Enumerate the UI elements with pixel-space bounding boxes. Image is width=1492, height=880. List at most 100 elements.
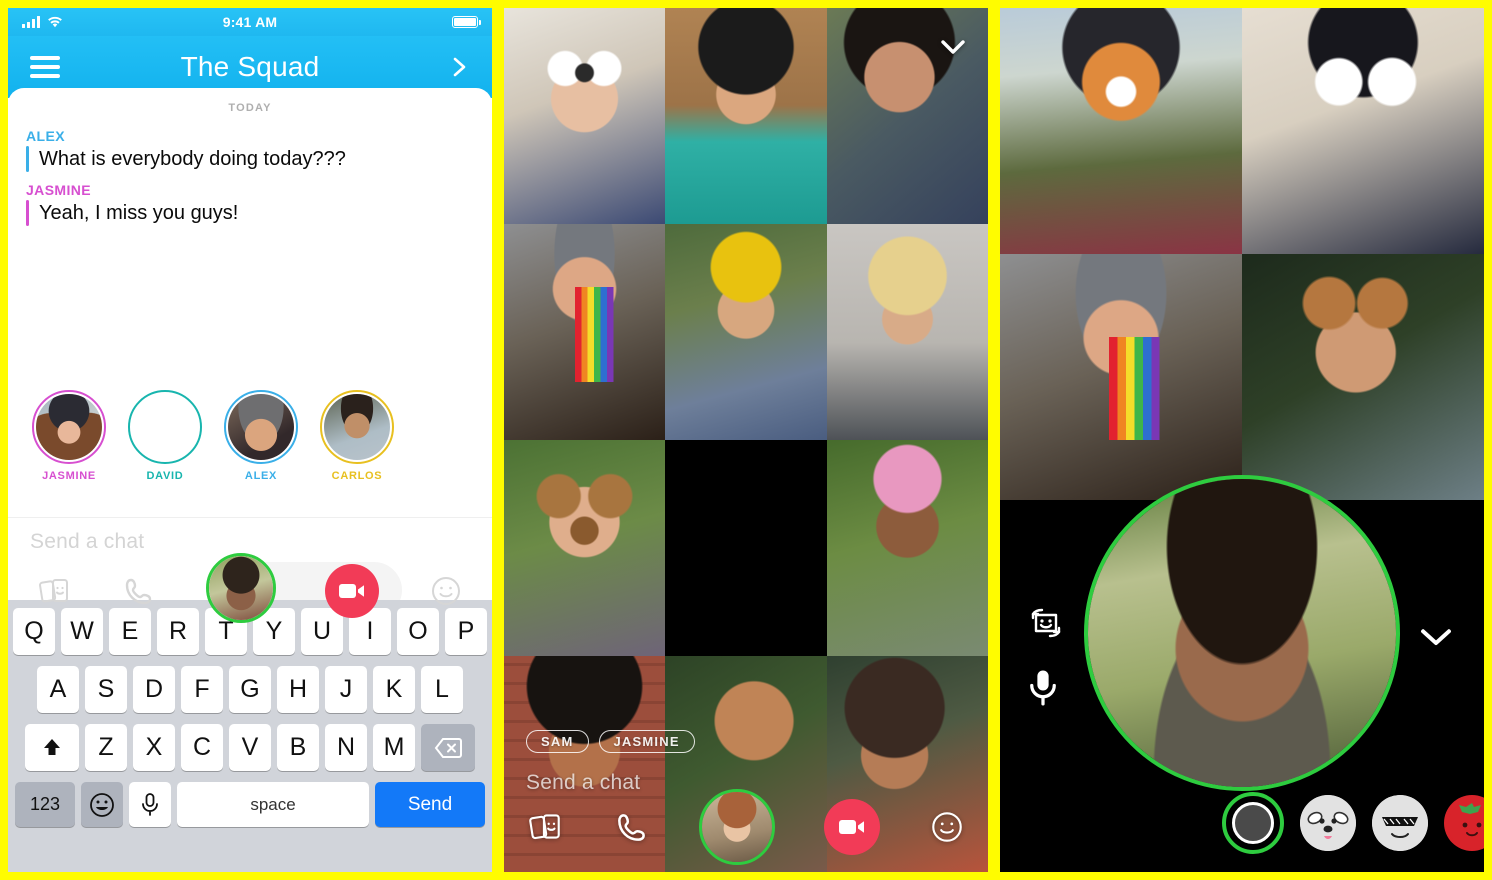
- participant-david[interactable]: DAVID: [128, 390, 202, 482]
- participant-name: CARLOS: [331, 470, 383, 482]
- status-bar-time: 9:41 AM: [222, 14, 278, 30]
- keyboard-row-2: A S D F G H J K L: [11, 666, 489, 713]
- key-n[interactable]: N: [325, 724, 367, 771]
- tomato-lens[interactable]: [1444, 795, 1484, 851]
- avatar[interactable]: [224, 390, 298, 464]
- avatar[interactable]: [128, 390, 202, 464]
- video-tile[interactable]: [1000, 254, 1242, 500]
- speaker-name-pills: SAM JASMINE: [526, 704, 966, 753]
- phone-call-icon[interactable]: [121, 573, 157, 609]
- chat-message: JASMINE Yeah, I miss you guys!: [26, 182, 474, 226]
- self-video-thumbnail[interactable]: [699, 789, 775, 865]
- sunglasses-lens[interactable]: [1372, 795, 1428, 851]
- key-l[interactable]: L: [421, 666, 463, 713]
- chat-input-placeholder[interactable]: Send a chat: [30, 530, 470, 554]
- key-g[interactable]: G: [229, 666, 271, 713]
- video-tile[interactable]: [504, 224, 666, 440]
- key-e[interactable]: E: [109, 608, 151, 655]
- participant-name: DAVID: [146, 470, 184, 482]
- page-title: The Squad: [180, 51, 320, 82]
- active-speaker-video[interactable]: [1084, 475, 1400, 791]
- chat-message: ALEX What is everybody doing today???: [26, 128, 474, 172]
- key-k[interactable]: K: [373, 666, 415, 713]
- active-call-panel: [1000, 8, 1484, 872]
- video-tile[interactable]: [826, 440, 988, 656]
- chevron-right-icon[interactable]: [448, 56, 470, 78]
- dog-lens[interactable]: [1300, 795, 1356, 851]
- battery-icon: [452, 16, 481, 28]
- hamburger-menu-icon[interactable]: [30, 56, 60, 78]
- key-v[interactable]: V: [229, 724, 271, 771]
- key-m[interactable]: M: [373, 724, 415, 771]
- video-call-icon[interactable]: [823, 799, 880, 855]
- snap-cards-icon[interactable]: [36, 573, 72, 609]
- screenshot-stage: 9:41 AM The Squad TODAY ALEX What is eve…: [0, 0, 1492, 880]
- avatar[interactable]: [32, 390, 106, 464]
- capture-button[interactable]: [1222, 792, 1284, 854]
- key-d[interactable]: D: [133, 666, 175, 713]
- video-tile[interactable]: [1242, 254, 1484, 500]
- key-h[interactable]: H: [277, 666, 319, 713]
- message-text: Yeah, I miss you guys!: [39, 201, 239, 224]
- snap-cards-icon[interactable]: [526, 808, 564, 846]
- status-bar: 9:41 AM: [8, 8, 492, 36]
- message-accent-bar: [26, 200, 29, 226]
- participant-jasmine[interactable]: JASMINE: [32, 390, 106, 482]
- key-space[interactable]: space: [177, 782, 369, 827]
- key-w[interactable]: W: [61, 608, 103, 655]
- self-video-thumbnail[interactable]: [206, 553, 276, 623]
- send-button[interactable]: Send: [375, 782, 485, 827]
- key-numbers[interactable]: 123: [15, 782, 75, 827]
- microphone-icon[interactable]: [1026, 668, 1066, 708]
- group-video-grid-panel: SAM JASMINE Send a chat: [504, 8, 988, 872]
- avatar-photo: [132, 394, 198, 460]
- message-body: What is everybody doing today???: [26, 146, 474, 172]
- chat-panel: 9:41 AM The Squad TODAY ALEX What is eve…: [8, 8, 492, 872]
- video-tile[interactable]: [665, 8, 827, 224]
- key-o[interactable]: O: [397, 608, 439, 655]
- participant-name: JASMINE: [42, 470, 96, 482]
- video-tile[interactable]: [1000, 8, 1242, 254]
- conversation-area: TODAY ALEX What is everybody doing today…: [8, 88, 492, 640]
- video-tile[interactable]: [504, 440, 666, 656]
- video-tile[interactable]: [665, 440, 826, 656]
- video-tile[interactable]: [504, 8, 666, 224]
- sticker-smiley-icon[interactable]: [428, 573, 464, 609]
- key-p[interactable]: P: [445, 608, 487, 655]
- key-f[interactable]: F: [181, 666, 223, 713]
- emoji-smiley-icon[interactable]: [81, 782, 123, 827]
- video-call-icon[interactable]: [325, 564, 379, 618]
- key-r[interactable]: R: [157, 608, 199, 655]
- participant-carlos[interactable]: CARLOS: [320, 390, 394, 482]
- key-z[interactable]: Z: [85, 724, 127, 771]
- key-a[interactable]: A: [37, 666, 79, 713]
- chevron-down-icon[interactable]: [1416, 616, 1456, 656]
- key-u[interactable]: U: [301, 608, 343, 655]
- message-sender: JASMINE: [26, 182, 92, 198]
- name-pill-sam[interactable]: SAM: [526, 730, 589, 753]
- microphone-icon[interactable]: [129, 782, 171, 827]
- phone-call-icon[interactable]: [613, 808, 651, 846]
- avatar-photo: [36, 394, 102, 460]
- message-text: What is everybody doing today???: [39, 147, 346, 170]
- avatar[interactable]: [320, 390, 394, 464]
- key-s[interactable]: S: [85, 666, 127, 713]
- backspace-icon[interactable]: [421, 724, 475, 771]
- key-j[interactable]: J: [325, 666, 367, 713]
- on-screen-keyboard[interactable]: Q W E R T Y U I O P A S D F G H J K L Z …: [8, 600, 492, 872]
- sticker-smiley-icon[interactable]: [928, 808, 966, 846]
- key-b[interactable]: B: [277, 724, 319, 771]
- flip-camera-icon[interactable]: [1026, 606, 1066, 646]
- lens-carousel: [1000, 788, 1484, 858]
- participant-alex[interactable]: ALEX: [224, 390, 298, 482]
- video-tile[interactable]: [1242, 8, 1484, 254]
- shift-arrow-icon[interactable]: [25, 724, 79, 771]
- key-q[interactable]: Q: [13, 608, 55, 655]
- video-tile[interactable]: [826, 224, 988, 440]
- key-x[interactable]: X: [133, 724, 175, 771]
- key-c[interactable]: C: [181, 724, 223, 771]
- video-tile[interactable]: [665, 224, 827, 440]
- name-pill-jasmine[interactable]: JASMINE: [598, 730, 695, 753]
- chevron-down-icon[interactable]: [936, 30, 970, 64]
- keyboard-row-3: Z X C V B N M: [11, 724, 489, 771]
